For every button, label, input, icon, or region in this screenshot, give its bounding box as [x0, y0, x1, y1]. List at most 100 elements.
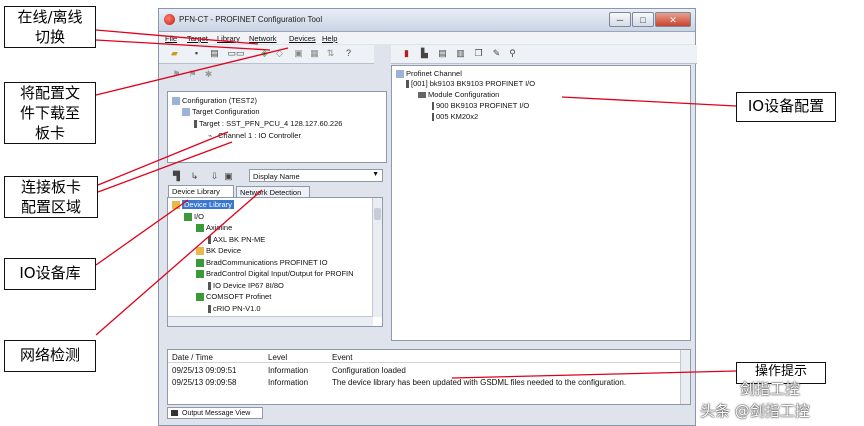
device-tree-item[interactable]: Device Library [172, 200, 234, 210]
horizontal-scrollbar[interactable] [168, 316, 373, 326]
log-datetime: 09/25/13 09:09:58 [172, 378, 237, 387]
tree-root-label: Configuration (TEST2) [182, 96, 258, 105]
annotation-connect-area: 连接板卡 配置区域 [4, 176, 98, 218]
device-folder-icon [196, 258, 204, 267]
properties-icon[interactable]: ▤ [437, 48, 448, 59]
close-button[interactable]: ✕ [655, 12, 691, 27]
settings-icon[interactable]: ⚲ [507, 48, 518, 59]
log-row[interactable]: 09/25/13 09:09:51 Information Configurat… [168, 366, 680, 377]
tree-channel[interactable]: ⌁ Channel 1 : IO Controller [208, 131, 301, 140]
copy-icon[interactable]: ❐ [473, 48, 484, 59]
offline-toggle-icon[interactable]: ◇ [274, 48, 285, 59]
library-sort-icon[interactable]: ⇩ [209, 171, 220, 182]
device-icon [406, 80, 409, 89]
device-tree-item[interactable]: BradCommunications PROFINET IO [196, 258, 328, 267]
menu-library[interactable]: Library [217, 34, 240, 43]
device-tree-label: cRIO PN-V1.0 [213, 303, 261, 313]
module-item[interactable]: 005 KM20x2 [432, 112, 478, 122]
menu-network[interactable]: Network [249, 34, 277, 43]
compare-icon[interactable]: ⇅ [325, 48, 336, 59]
paste-icon[interactable]: ✎ [491, 48, 502, 59]
log-col-level: Level [268, 353, 288, 362]
log-event: The device library has been updated with… [332, 378, 627, 387]
watermark-bottom: 头条 @剑指工控 [700, 402, 810, 420]
channel-device[interactable]: [001] bk9103 BK9103 PROFINET I/O [406, 79, 536, 89]
device-tree-item[interactable]: cRIO PN-V1.0 [208, 304, 261, 313]
window-title: PFN-CT - PROFINET Configuration Tool [179, 15, 323, 24]
tree-target[interactable]: Target : SST_PFN_PCU_4 128.127.60.226 [194, 119, 343, 129]
title-bar[interactable]: PFN-CT - PROFINET Configuration Tool ─ □… [159, 9, 695, 32]
tab-device-library[interactable]: Device Library [168, 185, 234, 197]
device-tree-label: COMSOFT Profinet [206, 292, 272, 301]
device-folder-icon [208, 281, 211, 290]
menu-target[interactable]: Target [187, 34, 208, 43]
library-add-icon[interactable]: ▜ [171, 171, 182, 182]
tree-root[interactable]: Configuration (TEST2) [172, 96, 258, 106]
annotation-text: 将配置文 [19, 84, 80, 102]
annotation-text: 配置区域 [20, 198, 81, 216]
annotation-text: IO设备配置 [747, 97, 825, 115]
menu-devices[interactable]: Devices [289, 34, 316, 43]
annotation-text: 在线/离线 [17, 8, 83, 26]
upload-icon[interactable]: ▦ [309, 48, 320, 59]
online-toggle-icon[interactable]: ◈ [259, 48, 270, 59]
library-arrow-icon[interactable]: ↳ [189, 171, 200, 182]
module-icon[interactable]: ▥ [455, 48, 466, 59]
device-tree-label: BradCommunications PROFINET IO [206, 257, 328, 267]
log-row[interactable]: 09/25/13 09:09:58 Information The device… [168, 378, 680, 389]
download-icon[interactable]: ▣ [293, 48, 304, 59]
menu-file[interactable]: File [165, 34, 177, 43]
save-icon[interactable]: ▪ [191, 48, 202, 59]
module-item[interactable]: 900 BK9103 PROFINET I/O [432, 101, 529, 111]
log-event: Configuration loaded [332, 366, 406, 375]
device-tree-item[interactable]: I/O [184, 212, 204, 221]
menu-help[interactable]: Help [322, 34, 337, 43]
module-config-label: Module Configuration [428, 90, 500, 99]
device-tree-item[interactable]: AXL BK PN-ME [208, 235, 265, 244]
open-icon[interactable]: ▰ [169, 48, 180, 59]
annotation-text: 连接板卡 [20, 178, 81, 196]
network-icon [172, 97, 180, 106]
tree-target-config[interactable]: Target Configuration [182, 107, 260, 117]
library-import-icon[interactable]: ▣ [223, 171, 234, 182]
watermark-top: 剑指工控 [740, 380, 801, 398]
device-tree-label: BradControl Digital Input/Output for PRO… [206, 269, 354, 278]
device-tree-item[interactable]: BK Device [196, 246, 241, 256]
device-icon [194, 120, 197, 129]
device-tree-item[interactable]: IO Device IP67 8I/8O [208, 281, 284, 290]
connect-icon[interactable]: ⚑ [171, 69, 182, 80]
channel-root[interactable]: Profinet Channel [396, 69, 462, 79]
disconnect-icon[interactable]: ⚑ [187, 69, 198, 80]
target-label: Target : SST_PFN_PCU_4 128.127.60.226 [199, 119, 343, 128]
device-tree-item[interactable]: COMSOFT Profinet [196, 292, 272, 302]
log-scrollbar[interactable] [680, 350, 690, 404]
display-name-select[interactable]: Display Name ▼ [249, 169, 383, 182]
log-level: Information [268, 378, 309, 387]
print-icon[interactable]: ▤ [209, 48, 220, 59]
annotation-io-library: IO设备库 [4, 258, 96, 290]
annotation-network-detect: 网络检测 [4, 340, 96, 372]
channel-toolbar: ▮ ▙ ▤ ▥ ❐ ✎ ⚲ [391, 45, 697, 64]
device-tree-item[interactable]: BradControl Digital Input/Output for PRO… [196, 269, 354, 279]
minimize-button[interactable]: ─ [609, 12, 631, 27]
refresh-icon[interactable]: ✱ [203, 69, 214, 80]
main-toolbar: ▰ ▪ ▤ ▭▭ ◈ ◇ ▣ ▦ ⇅ ? [159, 45, 374, 64]
add-device-icon[interactable]: ▙ [419, 48, 430, 59]
maximize-button[interactable]: □ [632, 12, 654, 27]
tab-output-message-view[interactable]: Output Message View [167, 407, 263, 419]
module-config[interactable]: Module Configuration [418, 90, 499, 99]
vertical-scrollbar[interactable] [372, 198, 382, 317]
help-icon[interactable]: ? [343, 48, 354, 59]
channel-panel: Profinet Channel [001] bk9103 BK9103 PRO… [391, 65, 691, 341]
annotation-text: 网络检测 [19, 346, 80, 364]
view-toggle-icon[interactable]: ▭▭ [223, 48, 249, 59]
device-folder-icon [172, 201, 180, 210]
device-tree-label: AXL BK PN-ME [213, 234, 266, 244]
delete-icon[interactable]: ▮ [401, 48, 412, 59]
device-tree-item[interactable]: Axioline [196, 223, 232, 233]
tab-device-library-label: Device Library [172, 187, 220, 196]
annotation-text: 操作提示 [754, 364, 807, 379]
scroll-thumb[interactable] [374, 208, 381, 220]
device-folder-icon [196, 270, 204, 279]
channel-device-label: [001] bk9103 BK9103 PROFINET I/O [411, 79, 536, 88]
